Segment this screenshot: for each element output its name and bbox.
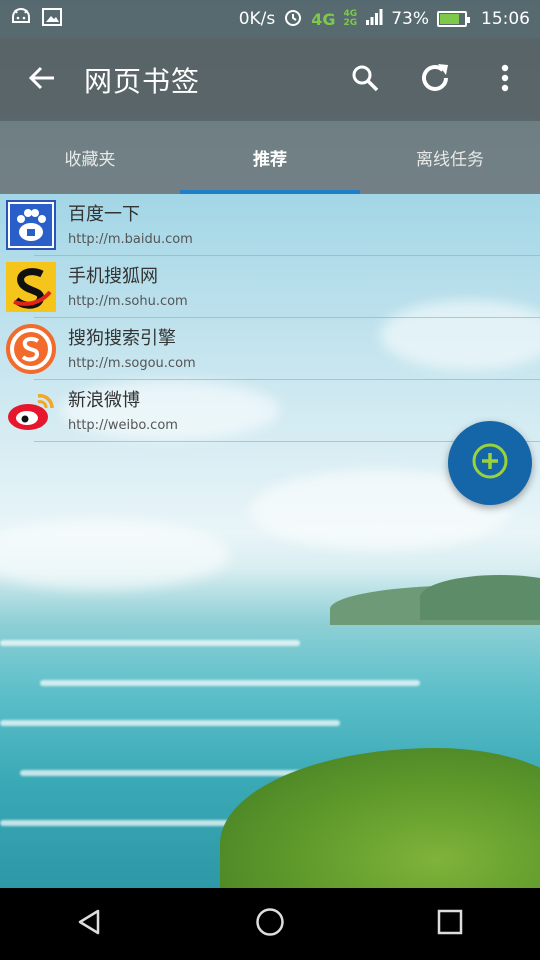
weibo-logo-icon — [6, 386, 56, 436]
app-toolbar: 网页书签 — [0, 38, 540, 121]
sogou-logo-icon — [6, 324, 56, 374]
bookmark-item-sohu[interactable]: 手机搜狐网 http://m.sohu.com — [0, 256, 540, 318]
bookmark-title: 搜狗搜索引擎 — [68, 327, 176, 349]
search-button[interactable] — [330, 38, 400, 121]
bookmark-url: http://m.sohu.com — [68, 293, 188, 309]
signal-icon — [365, 8, 383, 31]
recents-square-icon — [437, 909, 463, 939]
back-triangle-icon — [76, 908, 104, 940]
speed-text: 0K/s — [238, 9, 276, 29]
page-title: 网页书签 — [84, 64, 201, 98]
add-circle-icon — [471, 442, 509, 484]
back-button[interactable] — [0, 38, 84, 121]
search-icon — [351, 64, 379, 96]
bookmark-title: 百度一下 — [68, 203, 140, 225]
tab-bar: 收藏夹 推荐 离线任务 — [0, 121, 540, 194]
baidu-logo-icon — [6, 200, 56, 250]
network-type: 4G — [311, 9, 336, 29]
bookmark-list: 百度一下 http://m.baidu.com 手机搜狐网 http://m.s… — [0, 194, 540, 442]
refresh-button[interactable] — [400, 38, 470, 121]
bookmark-item-sogou[interactable]: 搜狗搜索引擎 http://m.sogou.com — [0, 318, 540, 380]
battery-percent: 73% — [391, 9, 429, 29]
refresh-icon — [418, 61, 452, 99]
tab-offline-tasks[interactable]: 离线任务 — [360, 121, 540, 194]
sohu-logo-icon — [6, 262, 56, 312]
status-bar: 0K/s 4G 4G 2G 73% 15:06 — [0, 0, 540, 38]
nav-recents-button[interactable] — [410, 888, 490, 960]
tab-recommended[interactable]: 推荐 — [180, 121, 360, 194]
clock: 15:06 — [481, 9, 530, 29]
bookmark-url: http://m.sogou.com — [68, 355, 196, 371]
android-icon — [10, 7, 32, 31]
image-icon — [42, 7, 62, 31]
bookmark-title: 手机搜狐网 — [68, 265, 158, 287]
arrow-left-icon — [28, 64, 56, 96]
bookmark-item-baidu[interactable]: 百度一下 http://m.baidu.com — [0, 194, 540, 256]
more-options-button[interactable] — [470, 38, 540, 121]
bookmark-url: http://m.baidu.com — [68, 231, 193, 247]
system-nav-bar — [0, 888, 540, 960]
bookmark-url: http://weibo.com — [68, 417, 178, 433]
home-circle-icon — [255, 907, 285, 941]
add-bookmark-button[interactable] — [448, 421, 532, 505]
mini-network-bottom: 2G — [343, 18, 358, 28]
mini-network: 4G 2G — [344, 10, 358, 28]
battery-charging-icon — [437, 11, 470, 27]
more-vert-icon — [501, 64, 509, 96]
tab-favorites[interactable]: 收藏夹 — [0, 121, 180, 194]
bookmark-title: 新浪微博 — [68, 389, 140, 411]
nav-home-button[interactable] — [230, 888, 310, 960]
alarm-icon — [283, 7, 303, 32]
nav-back-button[interactable] — [50, 888, 130, 960]
